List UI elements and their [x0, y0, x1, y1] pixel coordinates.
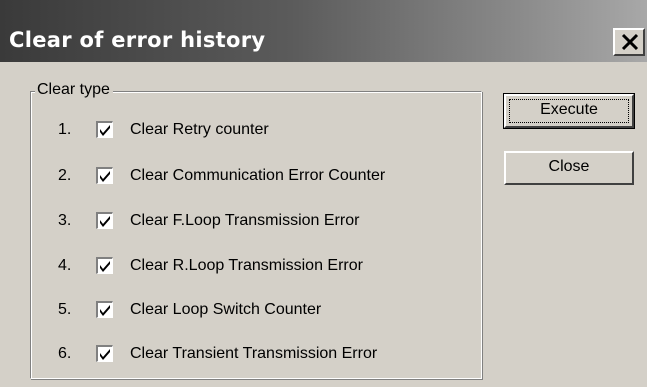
close-icon [621, 33, 639, 51]
item-label[interactable]: Clear Transient Transmission Error [130, 345, 377, 363]
list-item-5: 5. Clear Loop Switch Counter [0, 299, 440, 325]
item-label[interactable]: Clear Retry counter [130, 121, 269, 139]
checkbox-transient-transmission-error[interactable] [96, 345, 113, 362]
checkmark-icon [100, 125, 110, 136]
close-button-label: Close [548, 158, 590, 175]
item-number: 6. [58, 345, 72, 362]
checkmark-icon [100, 171, 110, 182]
checkmark-icon [100, 261, 110, 272]
checkmark-icon [100, 216, 110, 227]
title-bar[interactable]: Clear of error history [0, 0, 647, 62]
checkbox-retry-counter[interactable] [96, 121, 113, 138]
list-item-4: 4. Clear R.Loop Transmission Error [0, 255, 440, 281]
item-label[interactable]: Clear Loop Switch Counter [130, 301, 321, 319]
list-item-6: 6. Clear Transient Transmission Error [0, 343, 440, 369]
item-number: 3. [58, 212, 72, 229]
group-label: Clear type [35, 81, 113, 99]
list-item-1: 1. Clear Retry counter [0, 119, 440, 145]
dialog-window: Clear of error history Clear type 1. Cle… [0, 0, 647, 387]
item-number: 1. [58, 121, 72, 138]
close-button[interactable]: Close [504, 151, 634, 185]
checkbox-f-loop-transmission-error[interactable] [96, 212, 113, 229]
item-number: 4. [58, 257, 72, 274]
item-number: 2. [58, 167, 72, 184]
item-number: 5. [58, 301, 72, 318]
checkmark-icon [100, 349, 110, 360]
item-label[interactable]: Clear Communication Error Counter [130, 167, 385, 185]
item-label[interactable]: Clear F.Loop Transmission Error [130, 212, 359, 230]
checkmark-icon [100, 305, 110, 316]
window-title: Clear of error history [9, 28, 266, 52]
checkbox-r-loop-transmission-error[interactable] [96, 257, 113, 274]
item-label[interactable]: Clear R.Loop Transmission Error [130, 257, 363, 275]
list-item-3: 3. Clear F.Loop Transmission Error [0, 210, 440, 236]
execute-button[interactable]: Execute [503, 93, 635, 129]
checkbox-communication-error-counter[interactable] [96, 167, 113, 184]
title-close-button[interactable] [613, 28, 645, 56]
execute-button-label: Execute [540, 101, 598, 118]
checkbox-loop-switch-counter[interactable] [96, 301, 113, 318]
list-item-2: 2. Clear Communication Error Counter [0, 165, 440, 191]
